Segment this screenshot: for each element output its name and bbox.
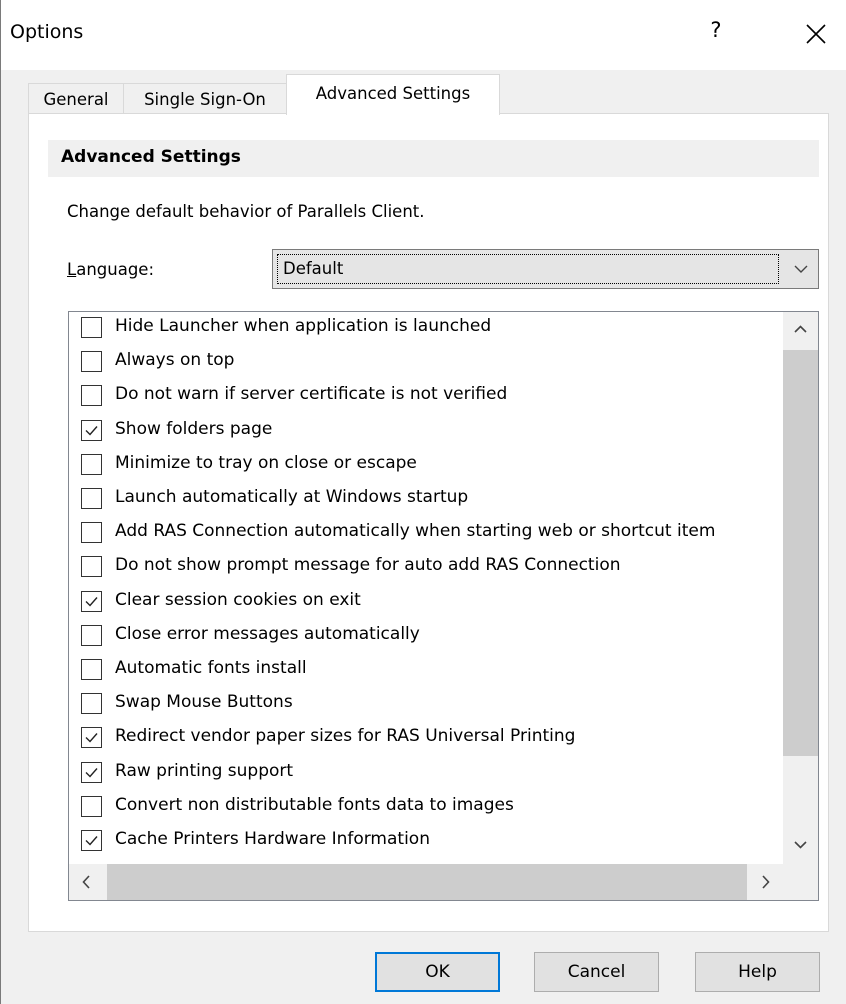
checkbox-unchecked[interactable] (81, 556, 102, 578)
option-label: Add RAS Connection automatically when st… (115, 521, 716, 542)
chevron-down-icon (790, 258, 812, 280)
help-button[interactable]: Help (695, 952, 820, 992)
checkbox-unchecked[interactable] (81, 385, 102, 407)
checkbox-unchecked[interactable] (81, 659, 102, 680)
option-label: Minimize to tray on close or escape (115, 452, 417, 473)
checkbox-checked[interactable] (81, 830, 102, 851)
section-description: Change default behavior of Parallels Cli… (67, 202, 425, 221)
scrollbar-corner (783, 864, 818, 900)
checkbox-unchecked[interactable] (81, 317, 102, 338)
option-row[interactable]: Add RAS Connection automatically when st… (69, 517, 785, 551)
option-label: Do not show prompt message for auto add … (115, 555, 621, 576)
checkbox-checked[interactable] (81, 419, 102, 441)
checkbox-unchecked[interactable] (81, 488, 102, 509)
option-label: Hide Launcher when application is launch… (115, 316, 492, 336)
checkbox-unchecked[interactable] (81, 351, 102, 373)
checkbox-unchecked[interactable] (81, 453, 102, 475)
language-value: Default (277, 254, 779, 284)
window-title: Options (10, 21, 84, 43)
option-row[interactable]: Redirect vendor paper sizes for RAS Univ… (69, 722, 785, 756)
tab-advanced-settings[interactable]: Advanced Settings (286, 74, 500, 115)
option-label: Cache Printers Hardware Information (115, 829, 430, 849)
checkmark-icon (85, 767, 98, 778)
option-row[interactable]: Raw printing support (69, 757, 785, 791)
option-row[interactable]: Show folders page (69, 415, 785, 449)
section-header: Advanced Settings (48, 140, 819, 177)
scroll-down-icon[interactable] (783, 828, 818, 864)
scroll-right-icon[interactable] (748, 864, 783, 900)
ok-button[interactable]: OK (375, 952, 500, 992)
option-row[interactable]: Launch automatically at Windows startup (69, 483, 785, 517)
checkbox-checked[interactable] (81, 590, 102, 612)
option-row[interactable]: Clear session cookies on exit (69, 586, 785, 620)
option-row[interactable]: Swap Mouse Buttons (69, 688, 785, 722)
language-label: Language: (67, 260, 154, 279)
option-row[interactable]: Do not show prompt message for auto add … (69, 551, 785, 585)
checkbox-checked[interactable] (81, 761, 102, 783)
option-label: Close error messages automatically (115, 623, 420, 644)
vertical-scrollbar[interactable] (783, 312, 818, 864)
tab-general[interactable]: General (28, 83, 124, 114)
checkmark-icon (85, 836, 98, 846)
title-bar: Options ? (1, 0, 846, 70)
horizontal-scroll-thumb[interactable] (107, 864, 747, 900)
option-row[interactable]: Do not warn if server certificate is not… (69, 380, 785, 414)
language-dropdown[interactable]: Default (272, 249, 819, 289)
tab-single-sign-on[interactable]: Single Sign-On (123, 83, 287, 114)
vertical-scroll-thumb[interactable] (783, 350, 818, 756)
option-row[interactable]: Close error messages automatically (69, 620, 785, 654)
tab-strip: General Single Sign-On Advanced Settings (28, 70, 828, 115)
options-list-items: Hide Launcher when application is launch… (69, 312, 785, 864)
option-row[interactable]: Automatic fonts install (69, 654, 785, 688)
checkbox-unchecked[interactable] (81, 522, 102, 544)
option-label: Always on top (115, 350, 235, 371)
option-label: Convert non distributable fonts data to … (115, 794, 514, 815)
option-row[interactable]: Always on top (69, 346, 785, 380)
options-list[interactable]: Hide Launcher when application is launch… (68, 311, 819, 901)
checkmark-icon (85, 425, 98, 436)
option-label: Swap Mouse Buttons (115, 692, 293, 713)
close-icon[interactable] (796, 14, 836, 54)
scroll-left-icon[interactable] (69, 864, 104, 900)
help-title-button[interactable]: ? (701, 18, 731, 50)
checkmark-icon (85, 733, 98, 743)
option-row[interactable]: Convert non distributable fonts data to … (69, 791, 785, 825)
checkbox-unchecked[interactable] (81, 795, 102, 817)
option-label: Do not warn if server certificate is not… (115, 384, 508, 405)
checkbox-unchecked[interactable] (81, 693, 102, 715)
horizontal-scrollbar[interactable] (69, 864, 783, 900)
option-row[interactable]: Hide Launcher when application is launch… (69, 312, 785, 346)
checkbox-checked[interactable] (81, 727, 102, 749)
option-label: Show folders page (115, 418, 273, 439)
option-label: Automatic fonts install (115, 658, 307, 678)
scroll-up-icon[interactable] (783, 312, 818, 348)
option-label: Redirect vendor paper sizes for RAS Univ… (115, 726, 576, 747)
option-label: Launch automatically at Windows startup (115, 487, 469, 507)
option-label: Raw printing support (115, 760, 294, 781)
cancel-button[interactable]: Cancel (534, 952, 659, 992)
checkbox-unchecked[interactable] (81, 624, 102, 646)
checkmark-icon (85, 596, 98, 607)
option-label: Clear session cookies on exit (115, 589, 361, 610)
advanced-settings-panel: Advanced Settings Change default behavio… (28, 113, 829, 932)
option-row[interactable]: Minimize to tray on close or escape (69, 449, 785, 483)
option-row[interactable]: Cache Printers Hardware Information (69, 825, 785, 859)
options-dialog: Options ? General Single Sign-On Advance… (0, 0, 846, 1004)
